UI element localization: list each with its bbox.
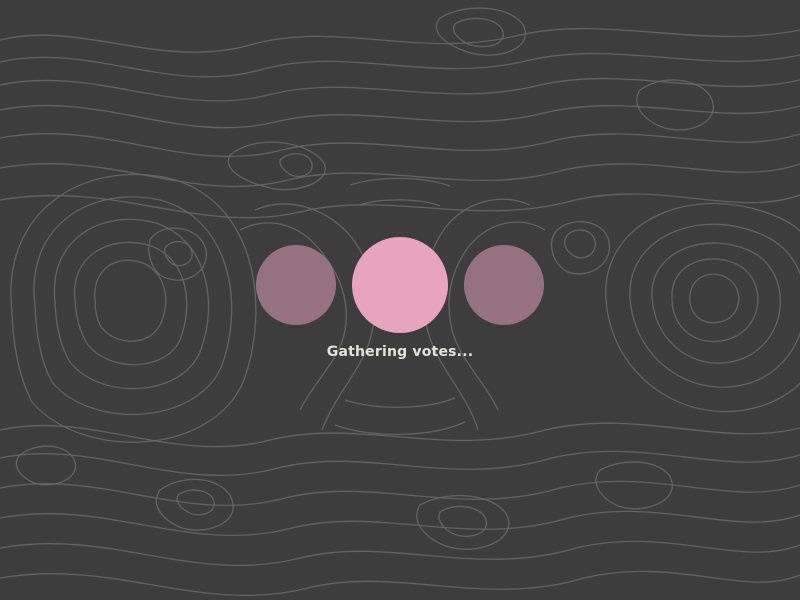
voting-loader: Gathering votes... — [0, 0, 800, 600]
status-text: Gathering votes... — [326, 344, 474, 360]
loader-dot-right — [464, 245, 544, 325]
loading-screen: Gathering votes... — [0, 0, 800, 600]
loader-dot-center — [352, 237, 448, 333]
loader-dot-left — [256, 245, 336, 325]
